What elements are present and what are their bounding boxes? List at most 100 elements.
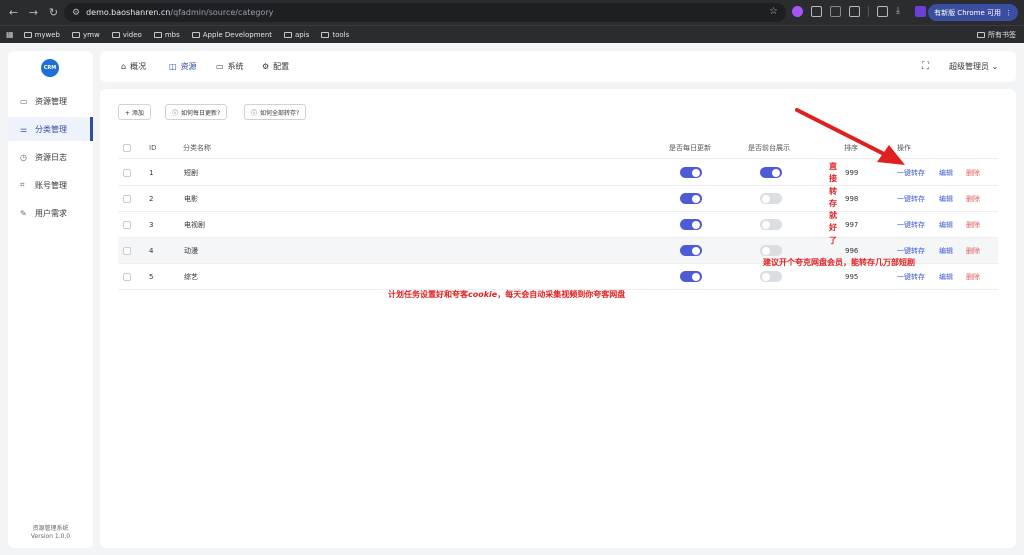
url-path: /qfadmin/source/category (170, 8, 274, 17)
transfer-button[interactable]: 一键转存 (897, 186, 925, 211)
chrome-update-button[interactable]: 有新版 Chrome 可用 ⋮ (928, 4, 1018, 21)
edit-button[interactable]: 编辑 (939, 186, 953, 211)
front-display-toggle[interactable] (760, 245, 782, 256)
delete-button[interactable]: 删除 (966, 264, 980, 289)
row-checkbox[interactable] (123, 246, 131, 255)
row-name: 动漫 (184, 246, 198, 255)
bookmark-label: apis (295, 30, 310, 39)
bookmark-label: myweb (34, 30, 60, 39)
transfer-button[interactable]: 一键转存 (897, 212, 925, 237)
extensions-puzzle-icon[interactable] (849, 6, 860, 17)
edit-button[interactable]: 编辑 (939, 264, 953, 289)
bookmark-label: Apple Development (202, 30, 273, 39)
edit-button[interactable]: 编辑 (939, 160, 953, 185)
row-checkbox[interactable] (123, 272, 131, 281)
reading-list-icon[interactable] (877, 6, 888, 17)
sidebar-item-categories[interactable]: ⚌ 分类管理 (8, 117, 93, 141)
sliders-icon: ⚌ (20, 124, 28, 134)
sidebar-item-logs[interactable]: ◷ 资源日志 (8, 145, 93, 169)
transfer-all-help-button[interactable]: ⓘ 如何全部转存? (244, 104, 307, 120)
daily-update-toggle[interactable] (680, 193, 702, 204)
daily-update-toggle[interactable] (680, 167, 702, 178)
annotation-cookie-tip: 计划任务设置好和夸客cookie，每天会自动采集视频到你夸客网盘 (388, 289, 625, 300)
tab-overview[interactable]: ⌂ 概况 (121, 51, 146, 82)
address-bar[interactable]: ⚙ demo.baoshanren.cn /qfadmin/source/cat… (64, 3, 786, 22)
transfer-button[interactable]: 一键转存 (897, 160, 925, 185)
back-icon[interactable]: ← (5, 6, 22, 19)
delete-button[interactable]: 删除 (966, 186, 980, 211)
divider (868, 6, 869, 17)
tab-system[interactable]: ▭ 系统 (216, 51, 244, 82)
top-nav: ⌂ 概况 ◫ 资源 ▭ 系统 ⚙ 配置 ⛶ 超级管理员 ⌄ (100, 51, 1016, 82)
add-button[interactable]: + 添加 (118, 104, 151, 120)
folder-icon (72, 31, 80, 38)
col-name: 分类名称 (183, 143, 211, 152)
folder-icon (284, 31, 293, 38)
home-icon: ⌂ (121, 62, 127, 71)
sidebar: CRM ▭ 资源管理 ⚌ 分类管理 ◷ 资源日志 ⌗ 账号管理 ✎ 用户需求 资… (8, 51, 93, 548)
fullscreen-icon[interactable]: ⛶ (922, 61, 929, 72)
annotation-cookie-tip-part: 计划任务设置好和夸客 (388, 290, 468, 299)
daily-update-toggle[interactable] (680, 245, 702, 256)
bookmark-star-icon[interactable]: ☆ (769, 6, 778, 17)
annotation-direct-transfer: 直接转存就好了 (829, 162, 837, 245)
extension-icon[interactable] (811, 6, 822, 17)
table-row: 2 电影 998 一键转存 编辑 删除 (118, 186, 998, 212)
front-display-toggle[interactable] (760, 167, 782, 178)
info-icon: ⓘ (172, 109, 179, 117)
row-name: 综艺 (184, 272, 198, 281)
reload-icon[interactable]: ↻ (45, 6, 62, 19)
admin-dropdown[interactable]: 超级管理员 ⌄ (949, 61, 998, 72)
front-display-toggle[interactable] (760, 219, 782, 230)
chevron-down-icon: ⌄ (991, 62, 999, 71)
edit-button[interactable]: 编辑 (939, 212, 953, 237)
row-checkbox[interactable] (123, 220, 131, 229)
bookmark-folder[interactable]: ymw (72, 31, 100, 39)
bookmark-folder[interactable]: video (111, 31, 142, 39)
extension-icon[interactable] (830, 6, 841, 17)
daily-update-help-button[interactable]: ⓘ 如何每日更新? (165, 104, 228, 120)
sidebar-item-label: 账号管理 (35, 180, 67, 190)
daily-update-toggle[interactable] (680, 271, 702, 282)
tab-settings[interactable]: ⚙ 配置 (262, 51, 289, 82)
gear-icon: ⚙ (262, 62, 270, 71)
col-front: 是否前台展示 (748, 143, 790, 152)
sidebar-item-accounts[interactable]: ⌗ 账号管理 (8, 173, 93, 197)
sidebar-item-requests[interactable]: ✎ 用户需求 (8, 201, 93, 225)
bookmark-folder[interactable]: tools (321, 31, 349, 39)
system-version: Version 1.0.0 (30, 533, 71, 540)
daily-update-toggle[interactable] (680, 219, 702, 230)
logo: CRM (41, 59, 59, 77)
front-display-toggle[interactable] (760, 193, 782, 204)
main-panel: + 添加 ⓘ 如何每日更新? ⓘ 如何全部转存? ID 分类名称 是否每日更新 … (100, 89, 1016, 548)
apps-grid-icon[interactable]: ▦ (6, 30, 14, 39)
select-all-checkbox[interactable] (123, 143, 131, 152)
tab-resources[interactable]: ◫ 资源 (169, 51, 197, 82)
sidebar-item-resources[interactable]: ▭ 资源管理 (8, 89, 93, 113)
forward-icon[interactable]: → (25, 6, 42, 19)
bookmark-folder[interactable]: myweb (23, 30, 60, 39)
info-icon: ⓘ (251, 109, 258, 117)
delete-button[interactable]: 删除 (966, 238, 980, 263)
all-bookmarks[interactable]: 所有书签 (977, 30, 1016, 40)
delete-button[interactable]: 删除 (966, 212, 980, 237)
row-id: 5 (149, 272, 154, 281)
row-id: 3 (149, 220, 154, 229)
front-display-toggle[interactable] (760, 271, 782, 282)
row-checkbox[interactable] (123, 194, 131, 203)
extension-icon[interactable] (792, 6, 803, 17)
delete-button[interactable]: 删除 (966, 160, 980, 185)
download-icon[interactable]: ⤓ (896, 6, 907, 17)
folder-icon (23, 31, 32, 38)
bookmark-folder[interactable]: mbs (153, 31, 180, 39)
bookmark-folder[interactable]: Apple Development (191, 30, 273, 39)
edit-button[interactable]: 编辑 (939, 238, 953, 263)
bookmark-folder[interactable]: apis (284, 31, 309, 39)
row-checkbox[interactable] (123, 168, 131, 177)
table-row: 1 短剧 999 一键转存 编辑 删除 (118, 160, 998, 186)
browser-toolbar: ← → ↻ ⚙ demo.baoshanren.cn /qfadmin/sour… (0, 0, 1024, 25)
edit-icon: ✎ (20, 208, 27, 218)
profile-avatar-icon[interactable] (915, 6, 926, 17)
row-sort: 997 (845, 220, 859, 229)
site-info-icon[interactable]: ⚙ (72, 8, 80, 18)
